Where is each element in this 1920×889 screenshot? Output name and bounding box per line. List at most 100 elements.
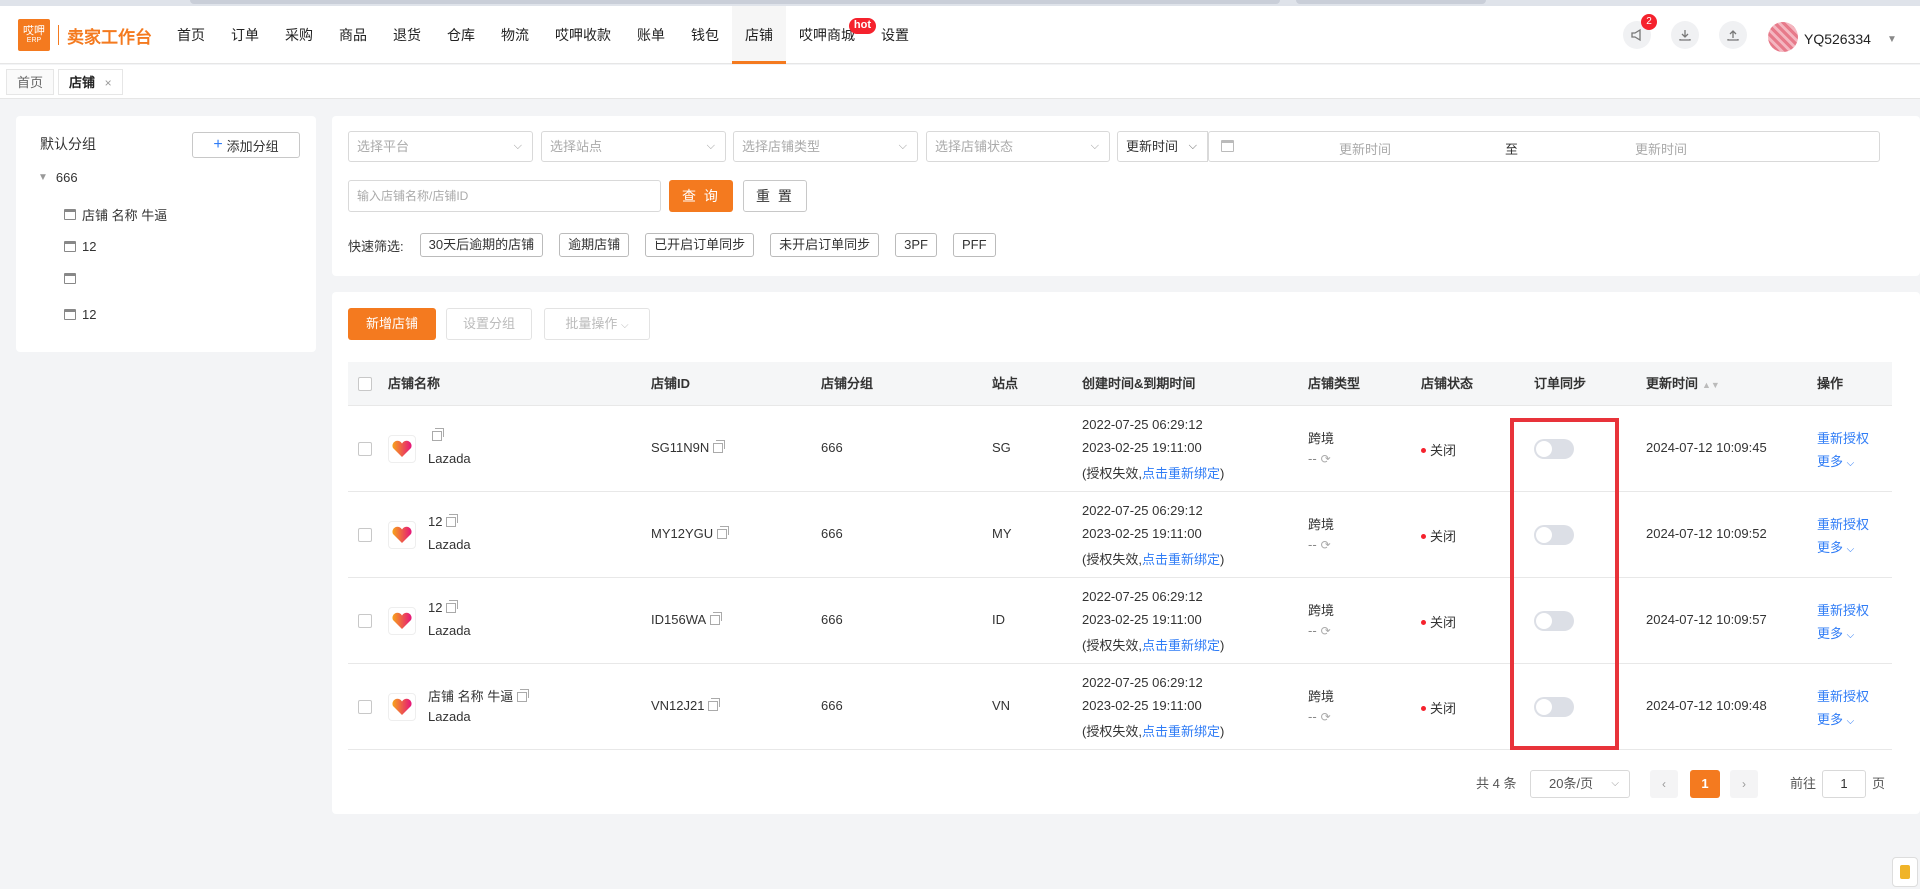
close-icon[interactable]: × <box>105 76 112 90</box>
page-size-select[interactable]: 20条/页 ⌵ <box>1530 770 1630 798</box>
nav-item-wallet[interactable]: 钱包 <box>678 6 732 64</box>
rebind-link[interactable]: 点击重新绑定 <box>1142 724 1220 739</box>
nav-item-orders[interactable]: 订单 <box>218 6 272 64</box>
store-search-input[interactable]: 输入店铺名称/店铺ID <box>348 180 661 212</box>
row-checkbox[interactable] <box>358 442 372 456</box>
pagination-total: 共 4 条 <box>1476 776 1517 791</box>
copy-icon[interactable] <box>710 612 723 625</box>
date-range-picker[interactable]: 更新时间 至 更新时间 <box>1208 131 1880 162</box>
nav-item-home[interactable]: 首页 <box>164 6 218 64</box>
row-checkbox[interactable] <box>358 700 372 714</box>
col-updated[interactable]: 更新时间 ▲▼ <box>1646 362 1720 407</box>
chevron-down-icon: ⌵ <box>706 140 715 152</box>
add-group-button[interactable]: + 添加分组 <box>192 132 300 158</box>
quick-filter-chip[interactable]: 3PF <box>895 233 937 257</box>
app-logo[interactable]: 哎呷 ERP 卖家工作台 <box>18 19 152 51</box>
tree-store-item[interactable]: 12 <box>64 307 96 322</box>
platform-select[interactable]: 选择平台 ⌵ <box>348 131 533 162</box>
tab-home[interactable]: 首页 <box>6 68 55 95</box>
quick-filter-chip[interactable]: 已开启订单同步 <box>645 233 755 257</box>
query-button[interactable]: 查 询 <box>669 180 733 212</box>
row-checkbox[interactable] <box>358 614 372 628</box>
header-actions: 2 <box>1623 14 1747 49</box>
copy-icon[interactable] <box>446 600 459 613</box>
select-all-checkbox[interactable] <box>358 377 372 391</box>
quick-filter-chip[interactable]: 未开启订单同步 <box>770 233 880 257</box>
goto-page-input[interactable]: 1 <box>1822 770 1866 798</box>
sort-icon[interactable]: ▲▼ <box>1702 380 1720 390</box>
lazada-logo-icon <box>388 435 416 463</box>
rebind-link[interactable]: 点击重新绑定 <box>1142 552 1220 567</box>
upload-icon[interactable] <box>1719 21 1747 49</box>
tab-stores[interactable]: 店铺 × <box>58 68 123 95</box>
nav-item-stores[interactable]: 店铺 <box>732 6 786 64</box>
copy-icon[interactable] <box>517 689 530 702</box>
quick-filter-chip[interactable]: 逾期店铺 <box>559 233 630 257</box>
date-end-input[interactable]: 更新时间 <box>1635 139 1687 158</box>
store-name: 店铺 名称 牛逼 <box>428 689 514 704</box>
store-id: ID156WA <box>651 612 707 627</box>
more-actions-link[interactable]: 更多 ⌵ <box>1817 537 1854 556</box>
current-page[interactable]: 1 <box>1690 770 1720 798</box>
quick-filter-chip[interactable]: PFF <box>952 233 996 257</box>
refresh-icon[interactable]: ⟳ <box>1321 538 1331 552</box>
nav-item-logistics[interactable]: 物流 <box>488 6 542 64</box>
refresh-icon[interactable]: ⟳ <box>1321 452 1331 466</box>
user-menu[interactable]: YQ526334 ▼ <box>1768 22 1897 52</box>
filter-panel: 选择平台 ⌵ 选择站点 ⌵ 选择店铺类型 ⌵ 选择店铺状态 ⌵ 更新时间 ⌵ 更… <box>332 116 1920 276</box>
browser-tab[interactable] <box>1296 0 1486 4</box>
copy-icon[interactable] <box>432 428 444 441</box>
nav-item-mall[interactable]: 哎呷商城 hot <box>786 6 876 64</box>
nav-item-purchase[interactable]: 采购 <box>272 6 326 64</box>
batch-ops-button[interactable]: 批量操作 ⌵ <box>544 308 650 340</box>
col-store-type: 店铺类型 <box>1308 376 1361 391</box>
more-actions-link[interactable]: 更多 ⌵ <box>1817 623 1854 642</box>
nav-item-payments[interactable]: 哎呷收款 <box>542 6 624 64</box>
tree-group-666[interactable]: ▼ 666 <box>38 170 78 185</box>
copy-icon[interactable] <box>713 440 726 453</box>
nav-item-returns[interactable]: 退货 <box>380 6 434 64</box>
tree-store-item[interactable]: 店铺 名称 牛逼 <box>64 205 167 224</box>
set-group-button[interactable]: 设置分组 <box>446 308 532 340</box>
site-select[interactable]: 选择站点 ⌵ <box>541 131 726 162</box>
more-actions-link[interactable]: 更多 ⌵ <box>1817 451 1854 470</box>
reauthorize-link[interactable]: 重新授权 <box>1817 428 1869 447</box>
store-status-select[interactable]: 选择店铺状态 ⌵ <box>926 131 1110 162</box>
copy-icon[interactable] <box>446 514 459 527</box>
tree-store-item[interactable] <box>64 273 82 284</box>
next-page-button[interactable]: › <box>1730 770 1758 798</box>
auth-suffix: ) <box>1219 724 1225 739</box>
rebind-link[interactable]: 点击重新绑定 <box>1142 466 1220 481</box>
store-type-select[interactable]: 选择店铺类型 ⌵ <box>733 131 918 162</box>
new-store-button[interactable]: 新增店铺 <box>348 308 436 340</box>
more-actions-link[interactable]: 更多 ⌵ <box>1817 709 1854 728</box>
browser-tab[interactable] <box>190 0 1280 4</box>
reset-button[interactable]: 重 置 <box>743 180 807 212</box>
reauthorize-link[interactable]: 重新授权 <box>1817 686 1869 705</box>
reauthorize-link[interactable]: 重新授权 <box>1817 514 1869 533</box>
prev-page-button[interactable]: ‹ <box>1650 770 1678 798</box>
expire-time: 2023-02-25 19:11:00 <box>1082 612 1202 627</box>
megaphone-icon[interactable]: 2 <box>1623 14 1657 49</box>
floating-helper-icon[interactable] <box>1892 857 1918 887</box>
time-field-value: 更新时间 <box>1126 139 1179 154</box>
nav-item-products[interactable]: 商品 <box>326 6 380 64</box>
nav-item-bills[interactable]: 账单 <box>624 6 678 64</box>
nav-item-settings[interactable]: 设置 <box>868 6 922 64</box>
row-checkbox[interactable] <box>358 528 372 542</box>
refresh-icon[interactable]: ⟳ <box>1321 710 1331 724</box>
tree-store-item[interactable]: 12 <box>64 239 96 254</box>
copy-icon[interactable] <box>708 698 721 711</box>
rebind-link[interactable]: 点击重新绑定 <box>1142 638 1220 653</box>
refresh-icon[interactable]: ⟳ <box>1321 624 1331 638</box>
time-field-select[interactable]: 更新时间 ⌵ <box>1117 131 1208 162</box>
default-group-title[interactable]: 默认分组 <box>40 134 96 154</box>
nav-item-warehouse[interactable]: 仓库 <box>434 6 488 64</box>
date-start-input[interactable]: 更新时间 <box>1339 139 1391 158</box>
copy-icon[interactable] <box>717 526 730 539</box>
store-id: SG11N9N <box>651 440 710 455</box>
quick-filter-chip[interactable]: 30天后逾期的店铺 <box>419 233 544 257</box>
store-name-cell: 12 <box>428 514 459 529</box>
reauthorize-link[interactable]: 重新授权 <box>1817 600 1869 619</box>
download-icon[interactable] <box>1671 21 1699 49</box>
